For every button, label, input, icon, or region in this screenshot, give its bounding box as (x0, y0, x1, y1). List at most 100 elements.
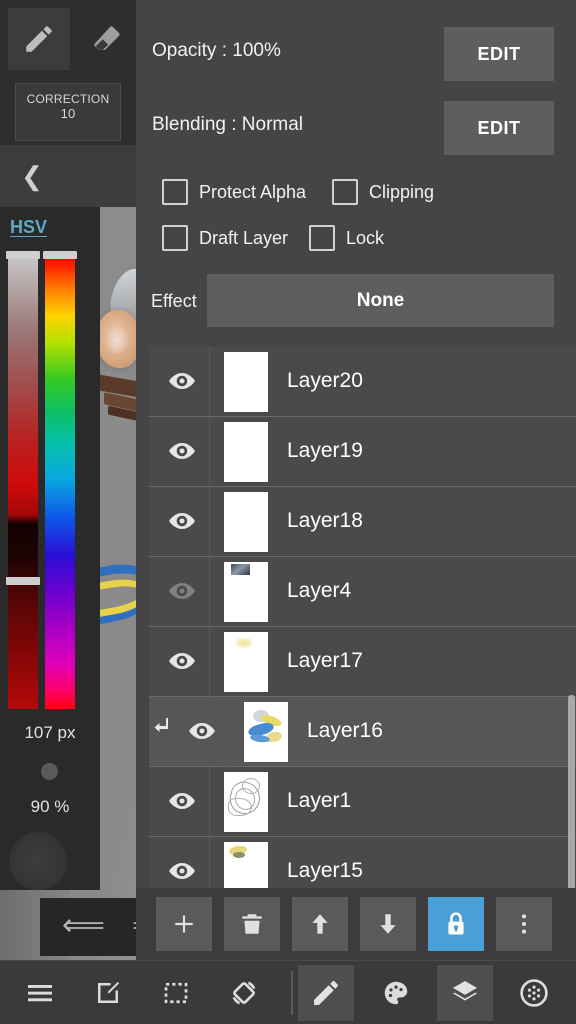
thumb-art (224, 842, 268, 888)
layer-row[interactable]: Layer19 (149, 417, 576, 487)
lock-layer-button[interactable] (428, 897, 484, 951)
layer-thumbnail[interactable] (224, 422, 268, 482)
row-divider (209, 767, 210, 837)
layer-visibility-toggle[interactable] (167, 791, 197, 811)
thumb-art (244, 702, 288, 762)
layer-thumbnail[interactable] (224, 492, 268, 552)
rotate-canvas-button[interactable] (216, 965, 272, 1021)
layer-visibility-toggle[interactable] (167, 371, 197, 391)
hsv-mode-link[interactable]: HSV (10, 217, 90, 238)
layer-row[interactable]: Layer4 (149, 557, 576, 627)
layer-name: Layer15 (287, 859, 363, 882)
layer-visibility-toggle[interactable] (167, 861, 197, 881)
opacity-label: Opacity : 100% (152, 40, 281, 61)
pen-tool-button[interactable] (8, 8, 70, 70)
layer-thumbnail[interactable] (244, 702, 288, 762)
protect-alpha-checkbox[interactable]: Protect Alpha (162, 169, 306, 215)
hue-bar[interactable] (45, 257, 75, 709)
menu-button[interactable] (12, 965, 68, 1021)
layer-visibility-toggle[interactable] (167, 511, 197, 531)
effect-select-button[interactable]: None (207, 274, 554, 327)
clipping-label: Clipping (369, 181, 435, 202)
arrow-down-icon (375, 911, 401, 937)
trash-icon (239, 911, 265, 937)
layer-thumbnail[interactable] (224, 842, 268, 888)
arrow-up-icon (307, 911, 333, 937)
brush-preview (9, 832, 67, 890)
delete-layer-button[interactable] (224, 897, 280, 951)
clipping-checkbox[interactable]: Clipping (332, 169, 434, 215)
layer-row[interactable]: Layer18 (149, 487, 576, 557)
checkbox-box[interactable] (332, 179, 358, 205)
brush-dots-icon (518, 977, 550, 1009)
layer-list[interactable]: Layer20 Layer19 Layer18 Layer4 Layer17 Layer1… (149, 347, 576, 888)
layer-row[interactable]: Layer16 (149, 697, 576, 767)
add-layer-button[interactable] (156, 897, 212, 951)
layer-visibility-toggle[interactable] (187, 721, 217, 741)
layers-icon (449, 977, 481, 1009)
dots-vertical-icon (513, 911, 535, 937)
saturation-value-bar[interactable] (8, 257, 38, 709)
layer-visibility-toggle[interactable] (167, 651, 197, 671)
layer-row[interactable]: Layer20 (149, 347, 576, 417)
artwork-blob-highlight (106, 326, 128, 354)
hue-handle[interactable] (43, 251, 77, 259)
layer-toolbar (136, 888, 576, 960)
pencil-icon (310, 977, 342, 1009)
move-down-button[interactable] (360, 897, 416, 951)
sv-handle-top[interactable] (6, 251, 40, 259)
chevron-left-icon[interactable]: ❮ (16, 160, 48, 192)
lock-checkbox[interactable]: Lock (309, 215, 384, 261)
thumb-art (231, 564, 250, 575)
layer-name: Layer19 (287, 439, 363, 462)
brush-size-knob[interactable] (41, 763, 58, 780)
draft-layer-label: Draft Layer (199, 227, 289, 248)
row-divider (229, 697, 230, 767)
brush-size-slider[interactable] (0, 753, 100, 837)
checkbox-box[interactable] (162, 179, 188, 205)
layer-list-scrollbar[interactable] (568, 347, 576, 892)
collapse-panel-strip[interactable]: ❮ (0, 145, 136, 207)
layer-visibility-toggle[interactable] (167, 441, 197, 461)
blending-edit-button[interactable]: EDIT (444, 101, 554, 155)
opacity-row: Opacity : 100% EDIT (136, 19, 576, 93)
opacity-edit-button[interactable]: EDIT (444, 27, 554, 81)
selection-button[interactable] (148, 965, 204, 1021)
blending-row: Blending : Normal EDIT (136, 93, 576, 167)
lock-label: Lock (346, 227, 385, 248)
correction-setting[interactable]: CORRECTION 10 (0, 78, 136, 145)
layer-name: Layer17 (287, 649, 363, 672)
brush-settings-button[interactable] (506, 965, 562, 1021)
correction-box[interactable]: CORRECTION 10 (15, 83, 121, 141)
layer-thumbnail[interactable] (224, 562, 268, 622)
saturation-value-slider[interactable] (6, 251, 40, 709)
layer-thumbnail[interactable] (224, 352, 268, 412)
layer-thumbnail[interactable] (224, 632, 268, 692)
protect-alpha-label: Protect Alpha (199, 181, 307, 202)
layer-row[interactable]: Layer17 (149, 627, 576, 697)
draw-tool-button[interactable] (298, 965, 354, 1021)
move-up-button[interactable] (292, 897, 348, 951)
layer-row[interactable]: Layer15 (149, 837, 576, 888)
hue-slider[interactable] (43, 251, 77, 709)
checkbox-box[interactable] (162, 225, 188, 251)
scrollbar-thumb[interactable] (568, 695, 575, 892)
sv-handle-mid[interactable] (6, 577, 40, 585)
effect-label: Effect (151, 291, 197, 311)
correction-value: 10 (60, 106, 76, 121)
draft-layer-checkbox[interactable]: Draft Layer (162, 215, 288, 261)
palette-button[interactable] (368, 965, 424, 1021)
checkbox-box[interactable] (309, 225, 335, 251)
correction-label: CORRECTION (26, 92, 110, 106)
layer-row[interactable]: Layer1 (149, 767, 576, 837)
layer-name: Layer4 (287, 579, 352, 602)
undo-arrow-icon[interactable]: ⟸ (62, 910, 105, 942)
eraser-tool-button[interactable] (76, 8, 138, 70)
bottom-navigation (0, 960, 576, 1024)
layer-thumbnail[interactable] (224, 772, 268, 832)
layers-button[interactable] (437, 965, 493, 1021)
more-options-button[interactable] (496, 897, 552, 951)
canvas-edit-button[interactable] (80, 965, 136, 1021)
row-divider (209, 837, 210, 888)
layer-visibility-toggle[interactable] (167, 581, 197, 601)
